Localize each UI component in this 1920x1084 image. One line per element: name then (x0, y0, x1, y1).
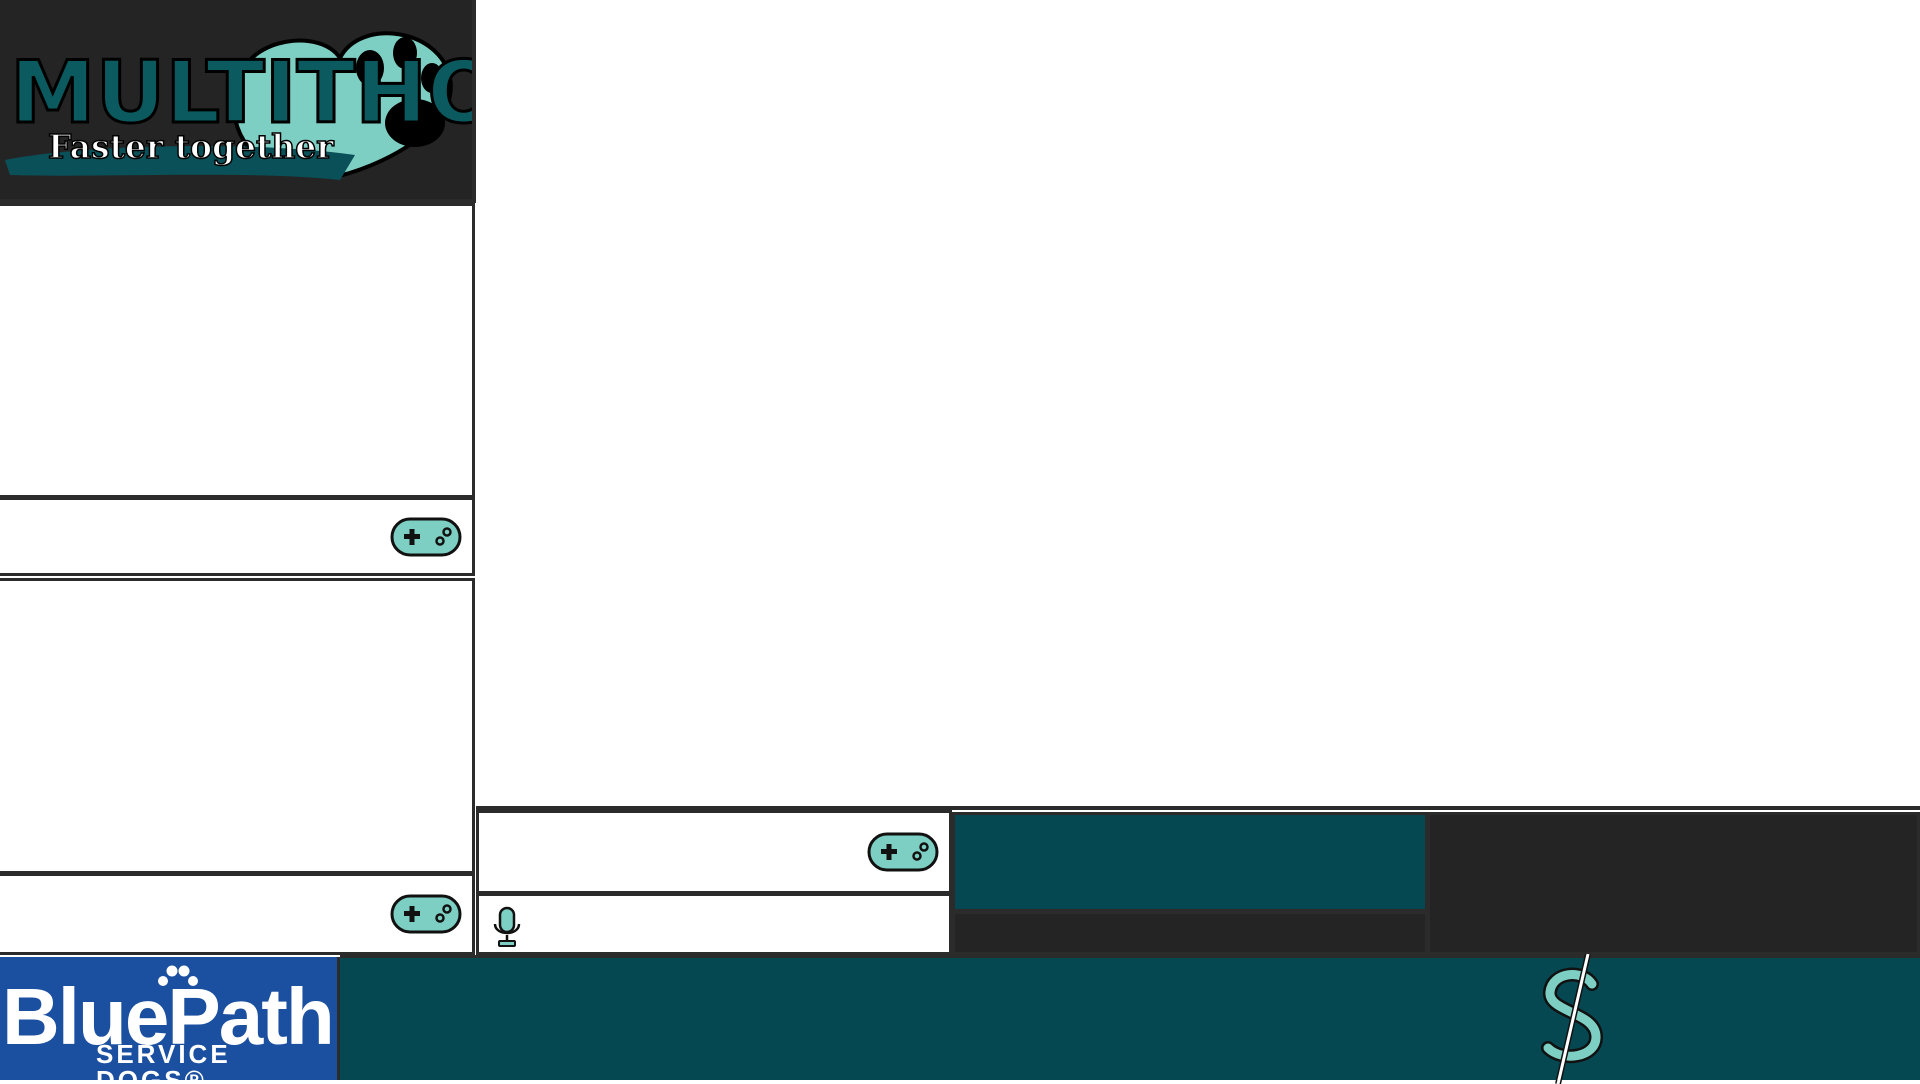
sponsor-logo: BluePath SERVICE DOGS® (0, 957, 340, 1080)
runner-1-game-capture (0, 203, 475, 498)
donation-ticker-bar (340, 954, 1920, 1084)
runner-3-name-bar (476, 810, 952, 894)
runner-2-name-bar (0, 873, 475, 955)
sponsor-subtitle: SERVICE DOGS® (96, 1039, 231, 1080)
event-tagline: Faster together (47, 127, 334, 166)
gamepad-icon (390, 517, 462, 556)
main-game-capture (476, 0, 1920, 810)
runner-2-game-capture (0, 578, 475, 874)
runner-1-name-bar (0, 497, 475, 576)
dollar-sign-icon (1541, 954, 1603, 1084)
estimate-panel (952, 911, 1428, 955)
commentator-name-bar (476, 893, 952, 955)
gamepad-icon (390, 894, 462, 934)
webcam-panel (1427, 812, 1920, 955)
gamepad-icon (867, 832, 939, 872)
event-logo: MULTITHON Faster together (0, 0, 476, 203)
timer-panel (952, 812, 1428, 912)
event-title: MULTITHON (8, 43, 472, 143)
microphone-icon (493, 906, 521, 947)
